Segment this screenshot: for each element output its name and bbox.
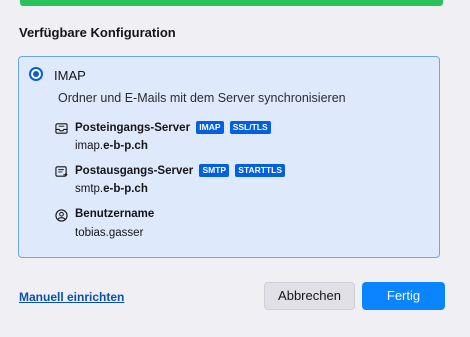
config-option-card[interactable]: IMAP Ordner und E-Mails mit dem Server s… bbox=[18, 56, 440, 258]
progress-bar bbox=[20, 0, 443, 6]
outgoing-security-badge: STARTTLS bbox=[235, 164, 286, 177]
protocol-name: IMAP bbox=[54, 68, 86, 83]
done-button[interactable]: Fertig bbox=[362, 282, 445, 310]
outgoing-server-prefix: smtp. bbox=[75, 183, 104, 195]
config-radio-button[interactable] bbox=[29, 67, 43, 81]
outgoing-server-label: Postausgangs-Server SMTP STARTTLS bbox=[75, 164, 286, 177]
outgoing-server-domain: e-b-p.ch bbox=[103, 183, 148, 195]
incoming-server-value: imap.e-b-p.ch bbox=[75, 140, 148, 152]
username-label: Benutzername bbox=[75, 208, 155, 220]
incoming-server-domain: e-b-p.ch bbox=[103, 140, 148, 152]
incoming-server-prefix: imap. bbox=[75, 140, 104, 152]
incoming-server-label: Posteingangs-Server IMAP SSL/TLS bbox=[75, 121, 271, 134]
section-title: Verfügbare Konfiguration bbox=[19, 25, 176, 40]
outgoing-server-value: smtp.e-b-p.ch bbox=[75, 183, 148, 195]
config-description: Ordner und E-Mails mit dem Server synchr… bbox=[58, 91, 346, 105]
user-icon bbox=[55, 209, 68, 222]
outbox-icon bbox=[55, 166, 68, 177]
incoming-protocol-badge: IMAP bbox=[196, 121, 224, 134]
username-value: tobias.gasser bbox=[75, 227, 144, 239]
outgoing-server-title: Postausgangs-Server bbox=[75, 165, 194, 177]
incoming-security-badge: SSL/TLS bbox=[229, 121, 271, 134]
manual-setup-link[interactable]: Manuell einrichten bbox=[19, 290, 124, 304]
cancel-button[interactable]: Abbrechen bbox=[264, 282, 355, 310]
inbox-icon bbox=[55, 123, 68, 134]
incoming-server-title: Posteingangs-Server bbox=[75, 122, 191, 134]
outgoing-protocol-badge: SMTP bbox=[199, 164, 230, 177]
